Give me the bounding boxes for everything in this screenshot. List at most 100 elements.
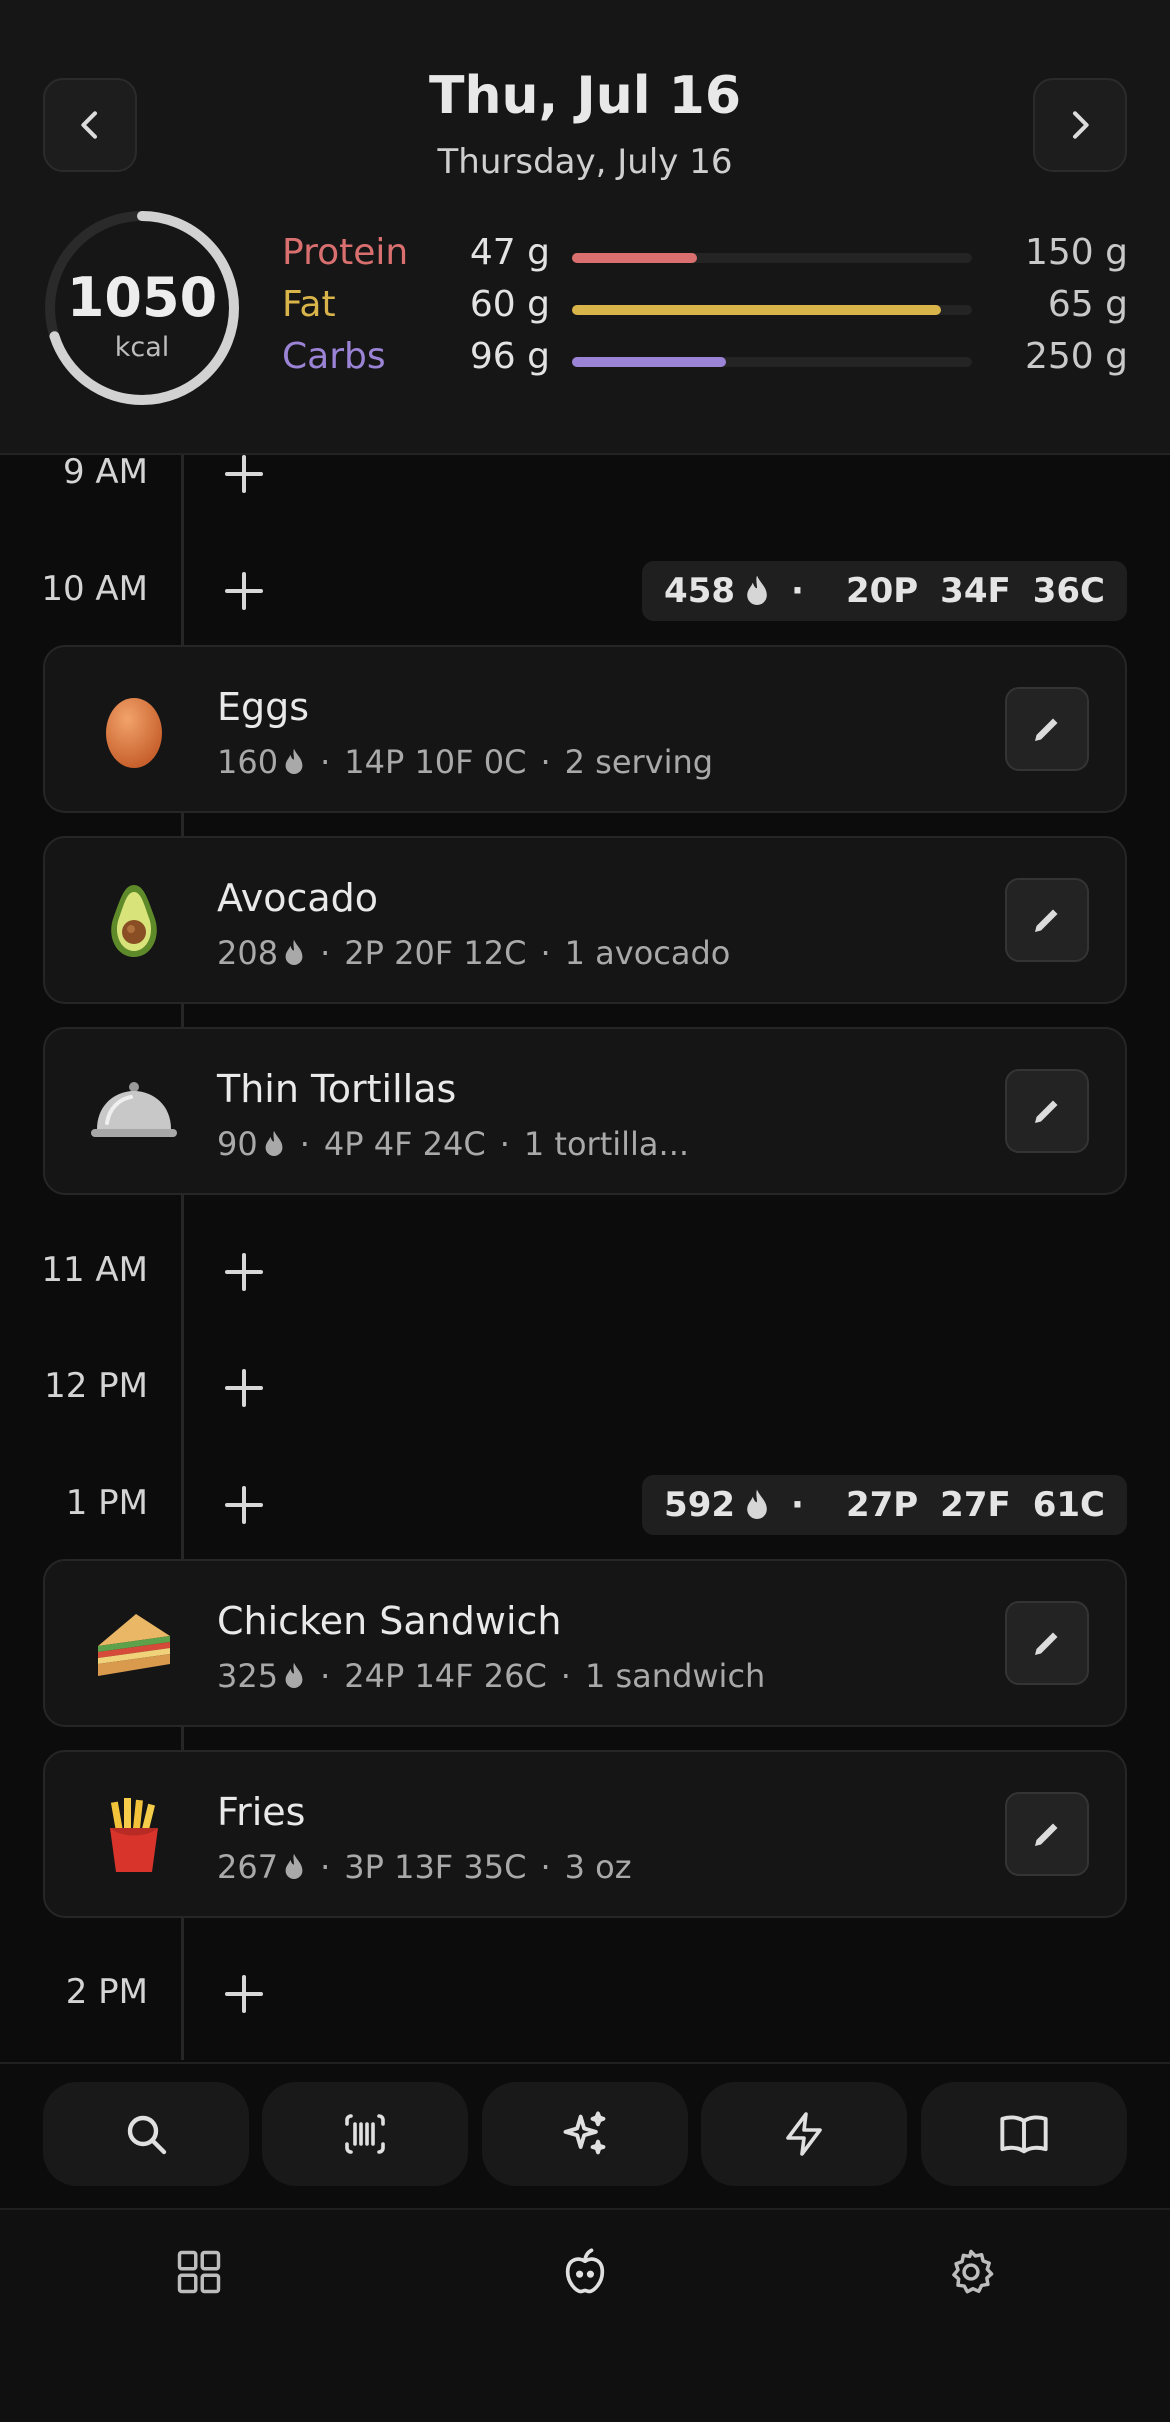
food-name: Eggs — [217, 685, 310, 729]
macro-goal: 65 g — [1047, 284, 1128, 325]
edit-button[interactable] — [1005, 1601, 1089, 1685]
detail-separator: · — [320, 934, 331, 972]
macro-name: Carbs — [282, 336, 386, 377]
add-food-11am-button[interactable] — [222, 1250, 266, 1294]
page-subtitle: Thursday, July 16 — [437, 142, 733, 182]
macro-goal: 150 g — [1024, 232, 1128, 273]
pencil-icon — [1035, 1100, 1058, 1123]
food-macros: 2P 20F 12C — [344, 934, 527, 972]
quick-add-button[interactable] — [701, 2082, 907, 2186]
hour-label: 1 PM — [65, 1483, 148, 1523]
food-serving: 3 oz — [564, 1848, 632, 1886]
macro-progress-track — [572, 253, 972, 263]
food-macros: 14P 10F 0C — [344, 743, 527, 781]
summary-kcal: 592 — [664, 1485, 736, 1525]
food-name: Chicken Sandwich — [217, 1599, 562, 1643]
food-entry-chicken-sandwich[interactable]: Chicken Sandwich 325 · 24P 14F 26C · 1 s… — [43, 1559, 1127, 1727]
pencil-icon — [1035, 718, 1058, 741]
food-serving: 1 tortilla... — [523, 1125, 690, 1163]
macro-progress-fill — [572, 305, 942, 315]
food-serving: 2 serving — [564, 743, 714, 781]
avocado-icon — [85, 872, 183, 970]
hour-label: 12 PM — [44, 1366, 148, 1406]
macro-goal: 250 g — [1024, 336, 1128, 377]
ai-log-button[interactable] — [482, 2082, 688, 2186]
summary-carbs: 61C — [1032, 1485, 1105, 1525]
food-name: Thin Tortillas — [217, 1067, 457, 1111]
sandwich-icon — [85, 1595, 183, 1693]
nav-food-log[interactable] — [553, 2240, 617, 2304]
food-entry-fries[interactable]: Fries 267 · 3P 13F 35C · 3 oz — [43, 1750, 1127, 1918]
recipes-button[interactable] — [921, 2082, 1127, 2186]
grid-icon — [177, 2250, 221, 2294]
flame-icon — [747, 1489, 767, 1519]
summary-separator: · — [791, 1485, 804, 1525]
macro-progress-fill — [572, 253, 698, 263]
edit-button[interactable] — [1005, 687, 1089, 771]
food-entry-thin-tortillas[interactable]: Thin Tortillas 90 · 4P 4F 24C · 1 tortil… — [43, 1027, 1127, 1195]
macro-row-carbs: Carbs 96 g 250 g — [0, 336, 1170, 388]
day-header: Thu, Jul 16 Thursday, July 16 1050 kcal … — [0, 0, 1170, 455]
quick-actions — [43, 2082, 1127, 2186]
food-kcal: 325 — [217, 1657, 279, 1695]
detail-separator: · — [560, 1657, 571, 1695]
book-icon — [1000, 2115, 1048, 2154]
food-name: Fries — [217, 1790, 306, 1834]
flame-icon — [285, 748, 303, 774]
summary-kcal: 458 — [664, 571, 736, 611]
add-food-12pm-button[interactable] — [222, 1366, 266, 1410]
food-serving: 1 avocado — [564, 934, 731, 972]
food-detail: 208 · 2P 20F 12C · 1 avocado — [217, 934, 730, 972]
cloche-icon — [85, 1063, 183, 1161]
macro-value: 47 g — [469, 232, 550, 273]
macro-value: 96 g — [469, 336, 550, 377]
flame-icon — [285, 1853, 303, 1879]
food-macros: 3P 13F 35C — [344, 1848, 527, 1886]
detail-separator: · — [540, 743, 551, 781]
gear-icon — [952, 2249, 994, 2294]
detail-separator: · — [299, 1125, 310, 1163]
summary-fat: 34F — [940, 571, 1011, 611]
food-detail: 267 · 3P 13F 35C · 3 oz — [217, 1848, 632, 1886]
meal-summary-10am: 458 · 20P 34F 36C — [642, 561, 1127, 621]
macro-progress-track — [572, 305, 972, 315]
macro-name: Protein — [282, 232, 409, 273]
search-icon — [127, 2115, 167, 2155]
chevron-right-icon — [1073, 111, 1089, 139]
add-food-10am-button[interactable] — [222, 569, 266, 613]
nav-dashboard[interactable] — [167, 2240, 231, 2304]
summary-protein: 27P — [845, 1485, 919, 1525]
hour-label: 10 AM — [41, 569, 148, 609]
food-entry-eggs[interactable]: Eggs 160 · 14P 10F 0C · 2 serving — [43, 645, 1127, 813]
apple-icon — [565, 2248, 605, 2294]
food-kcal: 160 — [217, 743, 279, 781]
search-button[interactable] — [43, 2082, 249, 2186]
add-food-2pm-button[interactable] — [222, 1972, 266, 2016]
pencil-icon — [1035, 1632, 1058, 1655]
pencil-icon — [1035, 1823, 1058, 1846]
edit-button[interactable] — [1005, 1069, 1089, 1153]
egg-icon — [85, 681, 183, 779]
summary-fat: 27F — [940, 1485, 1011, 1525]
edit-button[interactable] — [1005, 878, 1089, 962]
barcode-scan-button[interactable] — [262, 2082, 468, 2186]
food-entry-avocado[interactable]: Avocado 208 · 2P 20F 12C · 1 avocado — [43, 836, 1127, 1004]
hour-label: 2 PM — [65, 1972, 148, 2012]
next-day-button[interactable] — [1033, 78, 1127, 172]
detail-separator: · — [540, 934, 551, 972]
summary-carbs: 36C — [1032, 571, 1105, 611]
flame-icon — [285, 939, 303, 965]
macro-row-protein: Protein 47 g 150 g — [0, 232, 1170, 284]
macro-name: Fat — [282, 284, 336, 325]
add-food-1pm-button[interactable] — [222, 1483, 266, 1527]
nav-settings[interactable] — [939, 2240, 1003, 2304]
hour-label: 9 AM — [62, 452, 148, 492]
add-food-9am-button[interactable] — [222, 452, 266, 496]
hour-label: 11 AM — [41, 1250, 148, 1290]
summary-separator: · — [791, 571, 804, 611]
food-detail: 90 · 4P 4F 24C · 1 tortilla... — [217, 1125, 689, 1163]
food-kcal: 208 — [217, 934, 279, 972]
edit-button[interactable] — [1005, 1792, 1089, 1876]
pencil-icon — [1035, 909, 1058, 932]
food-detail: 160 · 14P 10F 0C · 2 serving — [217, 743, 713, 781]
